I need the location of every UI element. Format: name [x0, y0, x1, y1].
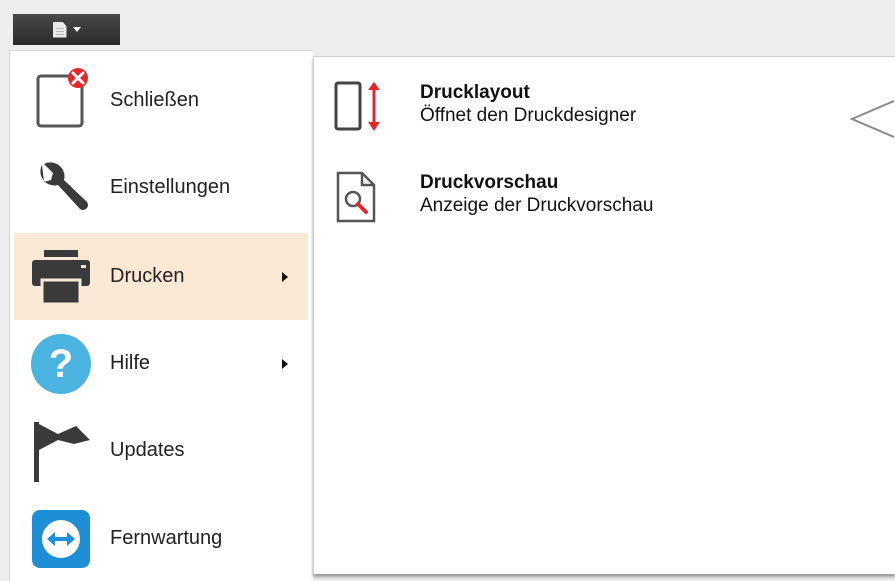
- menu-item-label: Fernwartung: [110, 527, 223, 549]
- menu-item-close[interactable]: Schließen: [14, 57, 308, 144]
- menu-item-help[interactable]: ? Hilfe: [14, 320, 308, 407]
- collapse-chevron-icon[interactable]: [848, 97, 895, 143]
- main-menu: Schließen Einstellungen Drucken ? Hilfe: [9, 50, 313, 581]
- submenu-item-title: Druckvorschau: [420, 172, 559, 193]
- menu-item-updates[interactable]: Updates: [14, 407, 308, 494]
- print-layout-icon: [334, 81, 380, 131]
- menu-item-label: Updates: [110, 439, 185, 461]
- flag-icon: [34, 421, 90, 482]
- close-document-icon: [36, 67, 88, 127]
- document-icon: [52, 21, 67, 38]
- menu-item-label: Schließen: [110, 89, 199, 111]
- menu-item-print[interactable]: Drucken: [14, 233, 308, 320]
- menu-item-label: Einstellungen: [110, 176, 231, 198]
- svg-text:?: ?: [49, 342, 73, 386]
- menu-item-settings[interactable]: Einstellungen: [14, 144, 308, 231]
- print-preview-icon: [336, 171, 376, 223]
- menu-item-label: Hilfe: [110, 352, 151, 374]
- menu-item-remote[interactable]: Fernwartung: [14, 495, 308, 581]
- help-icon: ?: [31, 333, 91, 394]
- submenu-item-print-layout[interactable]: Drucklayout Öffnet den Druckdesigner: [334, 81, 636, 133]
- submenu-item-description: Öffnet den Druckdesigner: [420, 105, 637, 126]
- menu-item-label: Drucken: [110, 265, 185, 287]
- submenu-item-print-preview[interactable]: Druckvorschau Anzeige der Druckvorschau: [334, 171, 653, 223]
- file-menu-button[interactable]: [13, 14, 120, 45]
- submenu-item-title: Drucklayout: [420, 82, 530, 103]
- print-submenu: Drucklayout Öffnet den Druckdesigner Dru…: [313, 56, 895, 574]
- remote-control-icon: [32, 509, 90, 568]
- printer-icon: [32, 249, 90, 305]
- caret-down-icon: [72, 27, 81, 32]
- wrench-icon: [40, 161, 88, 210]
- submenu-arrow-icon: [282, 358, 288, 369]
- submenu-arrow-icon: [282, 271, 288, 282]
- submenu-item-description: Anzeige der Druckvorschau: [420, 195, 654, 216]
